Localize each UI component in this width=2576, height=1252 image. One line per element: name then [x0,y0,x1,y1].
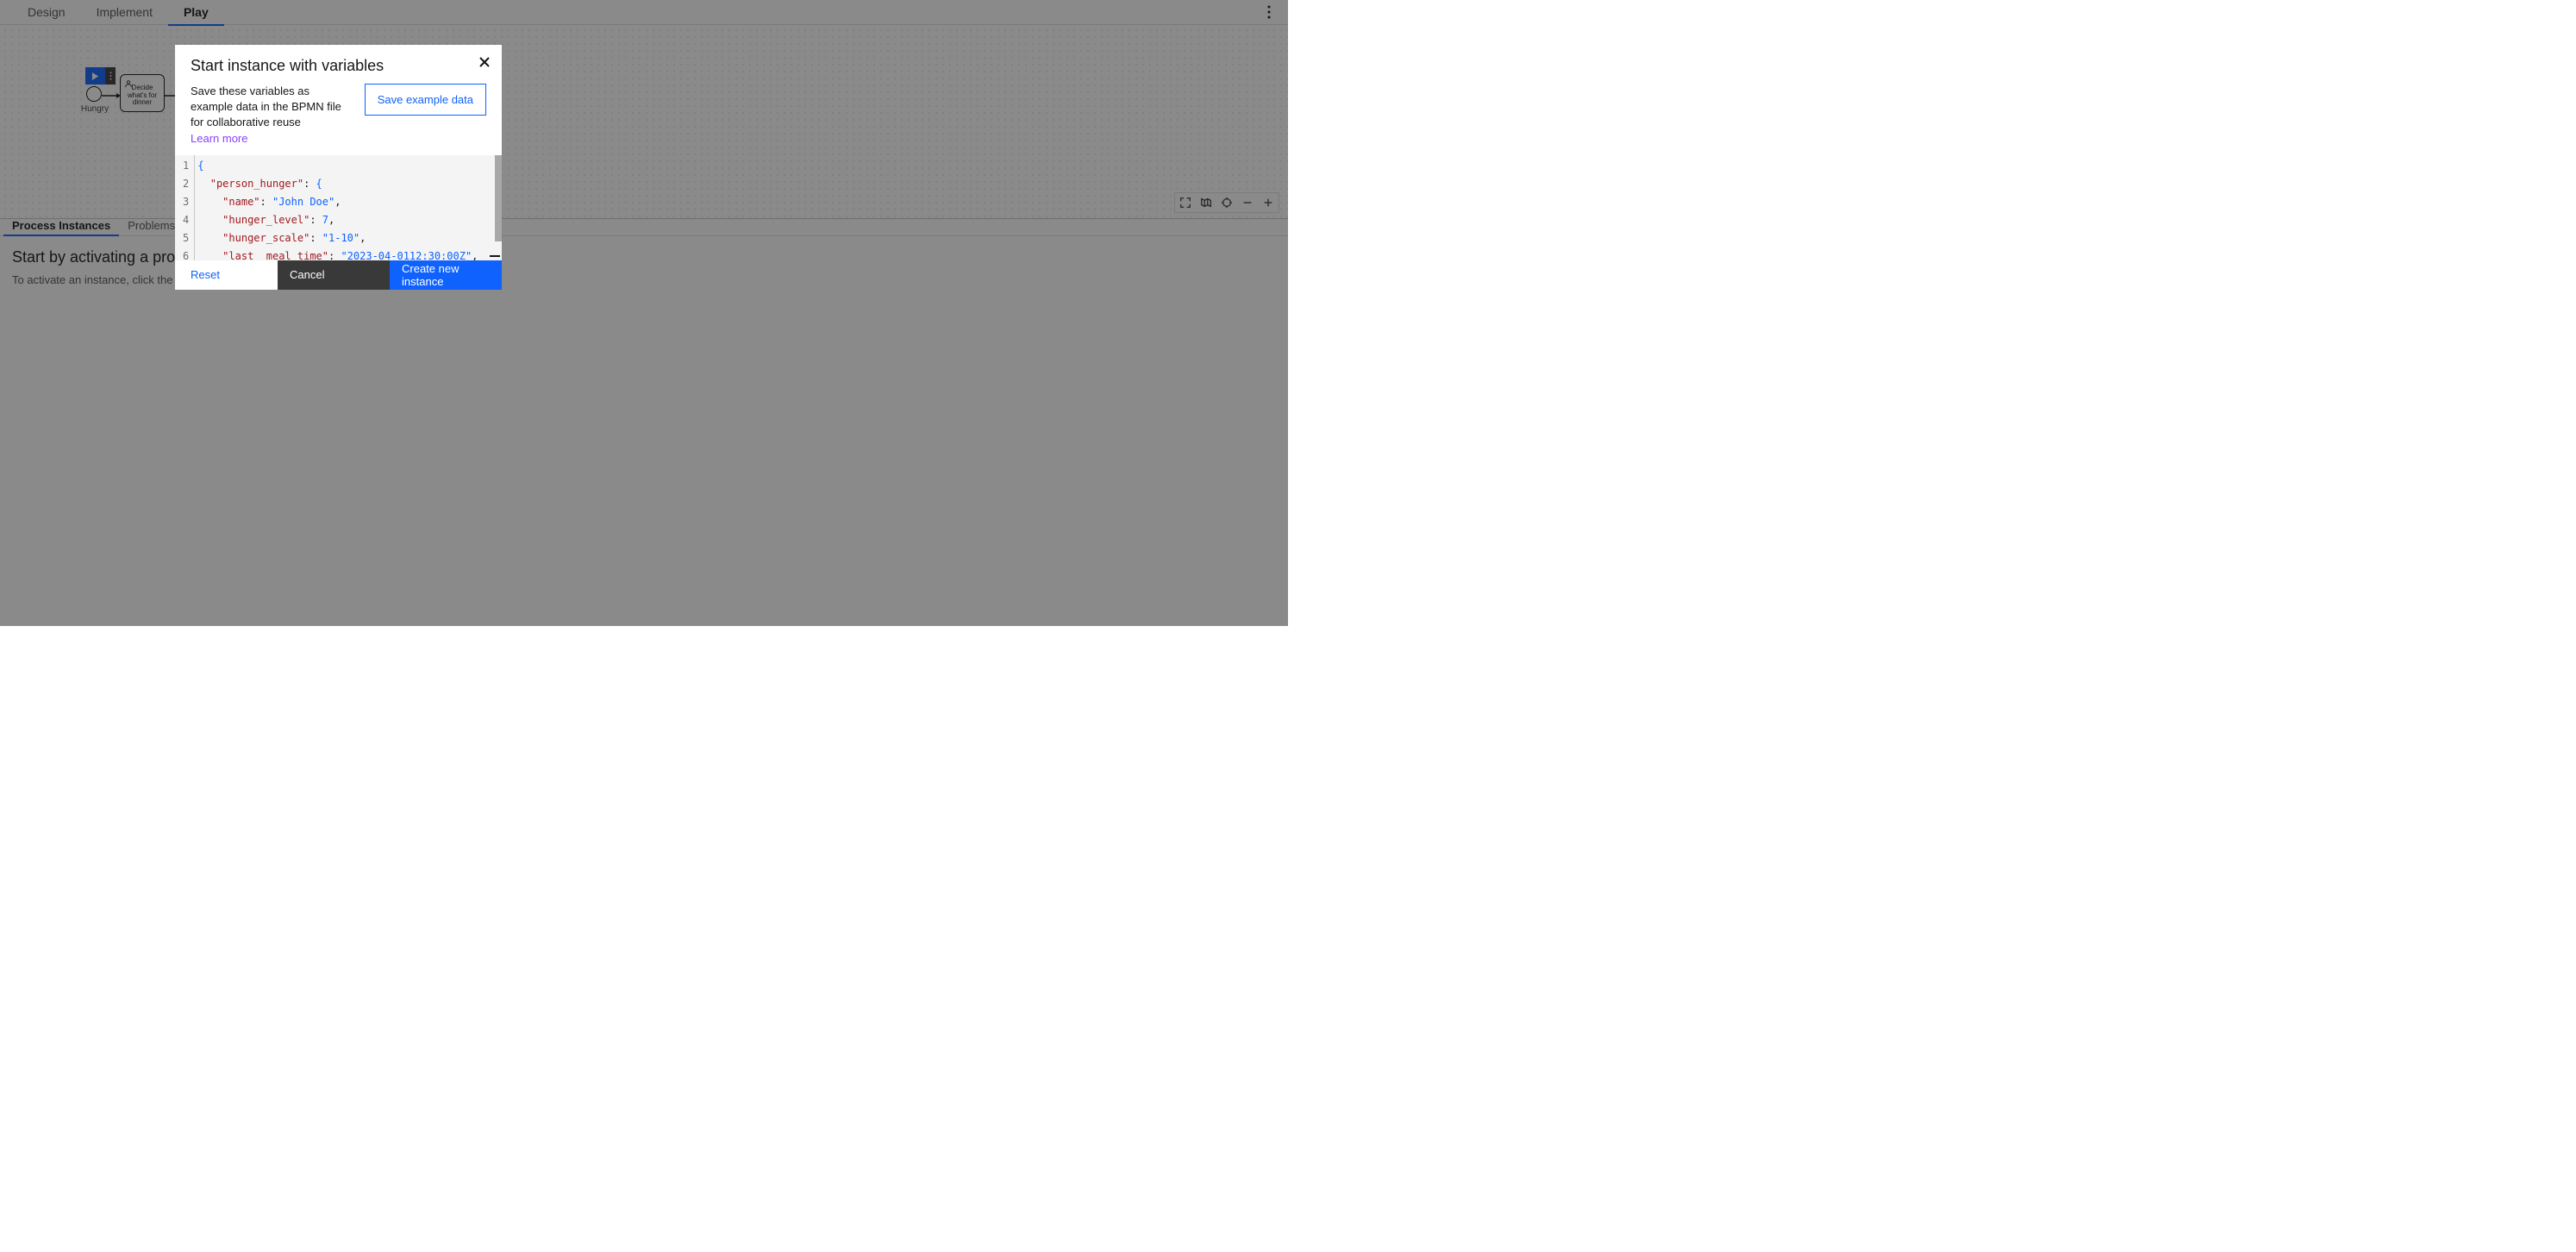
code-content[interactable]: { "person_hunger": { "name": "John Doe",… [194,155,502,260]
line-gutter: 1 2 3 4 5 6 7 8 9 10 11 12 [175,155,194,260]
create-instance-button[interactable]: Create new instance [390,260,502,290]
modal-title: Start instance with variables [191,57,486,75]
modal-helper-text: Save these variables as example data in … [191,85,341,128]
close-icon[interactable] [476,53,493,71]
variables-editor[interactable]: 1 2 3 4 5 6 7 8 9 10 11 12 { "person_hun… [175,155,502,260]
learn-more-link[interactable]: Learn more [191,132,247,145]
save-example-button[interactable]: Save example data [365,84,486,116]
reset-button[interactable]: Reset [191,268,220,281]
cancel-button[interactable]: Cancel [278,260,390,290]
start-instance-modal: Start instance with variables Save these… [175,45,502,290]
